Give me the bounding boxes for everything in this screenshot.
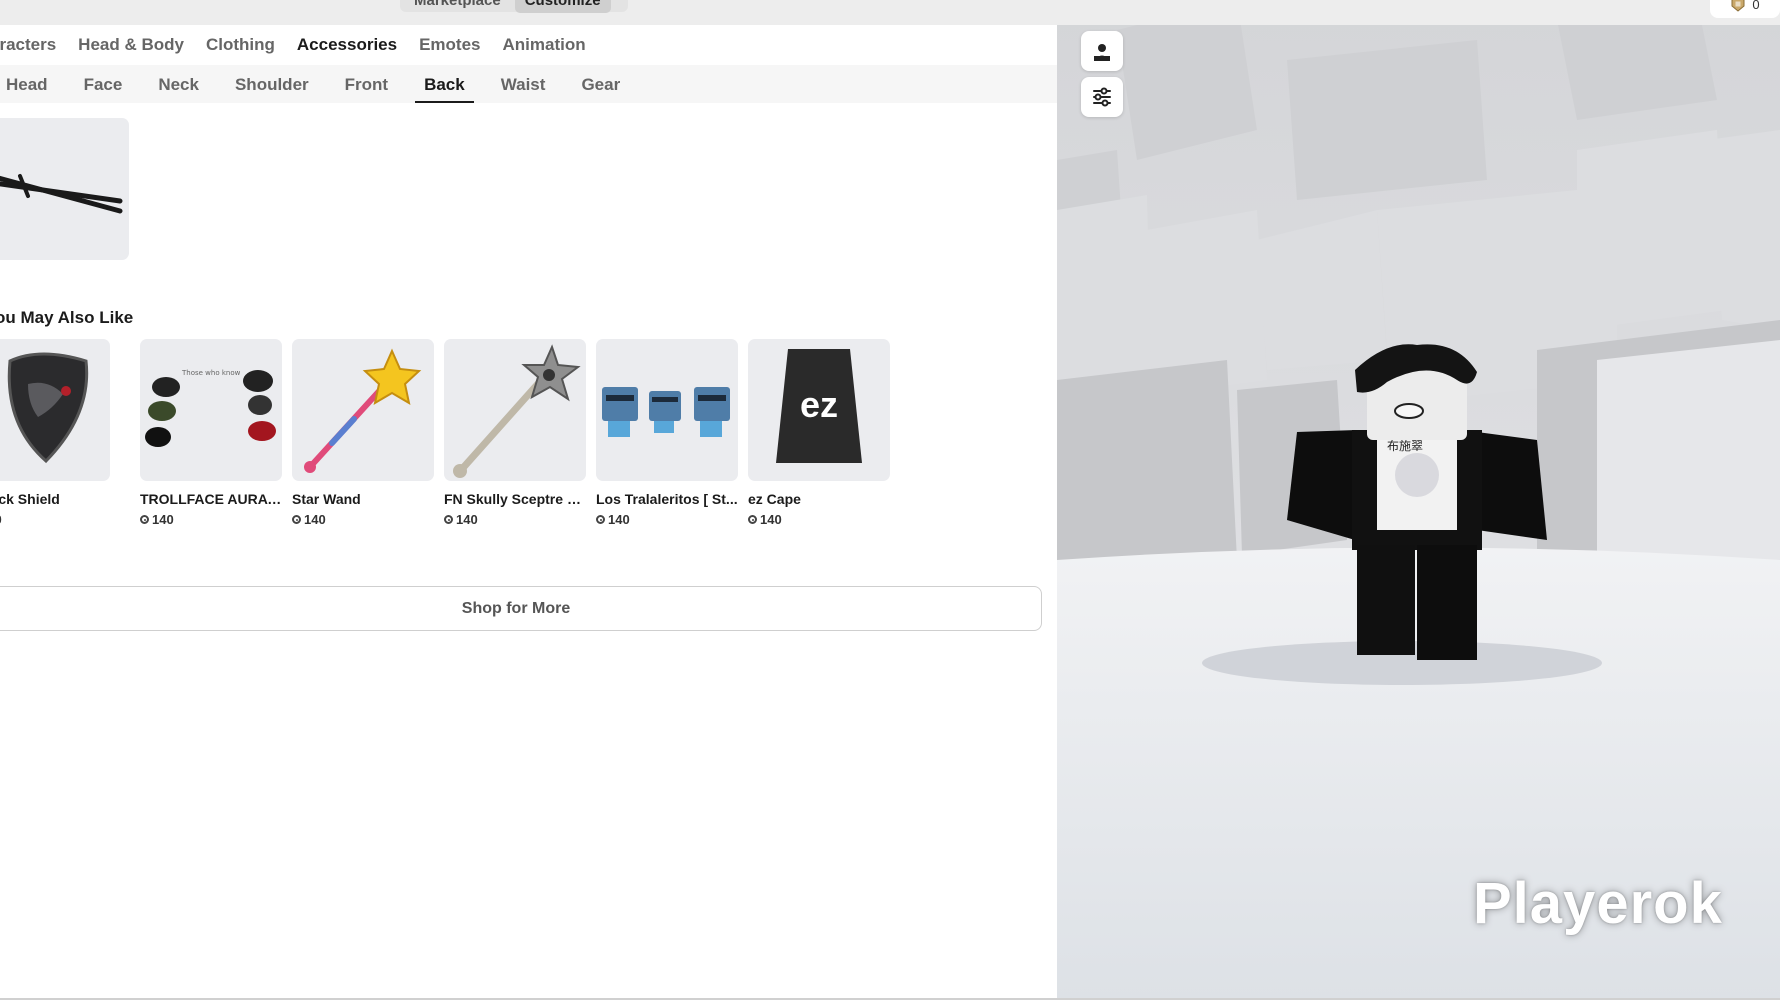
subtab-back[interactable]: Back [406,75,483,103]
black-shield-icon [7,352,89,464]
subtab-front[interactable]: Front [327,75,406,103]
subtab-waist[interactable]: Waist [483,75,564,103]
rec-item-name: Star Wand [292,491,361,507]
tab-accessories[interactable]: Accessories [297,35,397,55]
price-value: 140 [0,512,2,527]
crossed-swords-icon [0,174,123,214]
rec-item-black-shield[interactable]: ] Black Shield 140 [0,339,110,527]
currency-amount: 0 [1752,0,1760,12]
skully-sceptre-icon [453,344,581,478]
recommendations-heading: ou May Also Like [0,308,134,327]
star-wand-icon [304,348,422,473]
rec-thumbnail[interactable] [596,339,738,481]
rec-item-name: ] Black Shield [0,491,60,507]
rec-item-name: FN Skully Sceptre Pi... [444,491,586,507]
tab-emotes[interactable]: Emotes [419,35,480,55]
sliders-icon [1093,87,1111,107]
robux-icon [292,515,301,524]
settings-button[interactable] [1081,77,1123,117]
price-value: 140 [304,512,326,527]
tab-characters[interactable]: aracters [0,35,56,55]
currency-balance[interactable]: 0 [1710,0,1780,18]
player-name: Playerok [1473,871,1723,936]
recommendations-list: ] Black Shield 140 Those who know TROLLF… [0,339,908,539]
shirt-text: 布施翠 [1387,439,1423,453]
subtab-neck[interactable]: Neck [140,75,217,103]
avatar-viewport[interactable]: 布施翠 Playerok [1057,25,1780,1000]
rec-item-name: TROLLFACE AURA + ... [140,491,282,507]
subtab-head[interactable]: Head [0,75,66,103]
rec-item-price: 140 [140,512,282,527]
price-value: 140 [456,512,478,527]
scene-background: 布施翠 [1057,25,1780,1000]
rec-item-price: 140 [444,512,586,527]
robux-icon [444,515,453,524]
category-tabs: aracters Head & Body Clothing Accessorie… [0,35,586,55]
robux-icon [140,515,149,524]
rec-item-star-wand[interactable]: Star Wand 140 [292,339,434,527]
svg-text:Those who know: Those who know [181,369,241,377]
robux-icon [748,515,757,524]
rec-item-name: ez Cape [748,491,801,507]
subcategory-bar: Head Face Neck Shoulder Front Back Waist… [0,65,1057,103]
robux-icon [596,515,605,524]
price-value: 140 [760,512,782,527]
ez-cape-text: ez [800,384,838,425]
rec-item-trollface-aura[interactable]: Those who know TROLLFACE AURA + ... 140 [140,339,282,527]
price-value: 140 [608,512,630,527]
catalog-panel: aracters Head & Body Clothing Accessorie… [0,25,1057,1000]
mode-toggle: Marketplace Customize [400,0,628,13]
customize-mode-button[interactable]: Customize [514,0,611,13]
subtab-shoulder[interactable]: Shoulder [217,75,327,103]
shop-for-more-button[interactable]: Shop for More [0,586,1042,631]
equipped-item-tile[interactable] [0,118,129,260]
trollface-aura-icon: Those who know [145,369,276,447]
rec-item-price: 140 [748,512,890,527]
subcategory-tabs: Head Face Neck Shoulder Front Back Waist… [0,75,638,103]
rec-thumbnail[interactable] [444,339,586,481]
avatar-camera-icon [1094,44,1110,61]
price-value: 140 [152,512,174,527]
subtab-face[interactable]: Face [66,75,141,103]
rec-item-price: 140 [292,512,434,527]
rec-item-price: 140 [596,512,738,527]
rec-item-tralaleritos[interactable]: Los Tralaleritos [ St... 140 [596,339,738,527]
rec-thumbnail[interactable]: ez [748,339,890,481]
tab-clothing[interactable]: Clothing [206,35,275,55]
rec-item-skully-sceptre[interactable]: FN Skully Sceptre Pi... 140 [444,339,586,527]
rec-item-name: Los Tralaleritos [ St... [596,491,738,507]
tab-head-body[interactable]: Head & Body [78,35,184,55]
marketplace-mode-button[interactable]: Marketplace [404,0,511,13]
tab-animation[interactable]: Animation [503,35,586,55]
rec-thumbnail[interactable] [292,339,434,481]
rec-item-price: 140 [0,512,110,527]
robux-shield-icon [1731,0,1745,12]
ez-cape-icon: ez [776,349,862,463]
top-bar: Marketplace Customize 0 [0,0,1780,25]
tralaleritos-icon [602,387,730,437]
camera-button[interactable] [1081,31,1123,71]
rec-thumbnail[interactable]: Those who know [140,339,282,481]
rec-thumbnail[interactable] [0,339,110,481]
subtab-gear[interactable]: Gear [563,75,638,103]
rec-item-ez-cape[interactable]: ez ez Cape 140 [748,339,890,527]
